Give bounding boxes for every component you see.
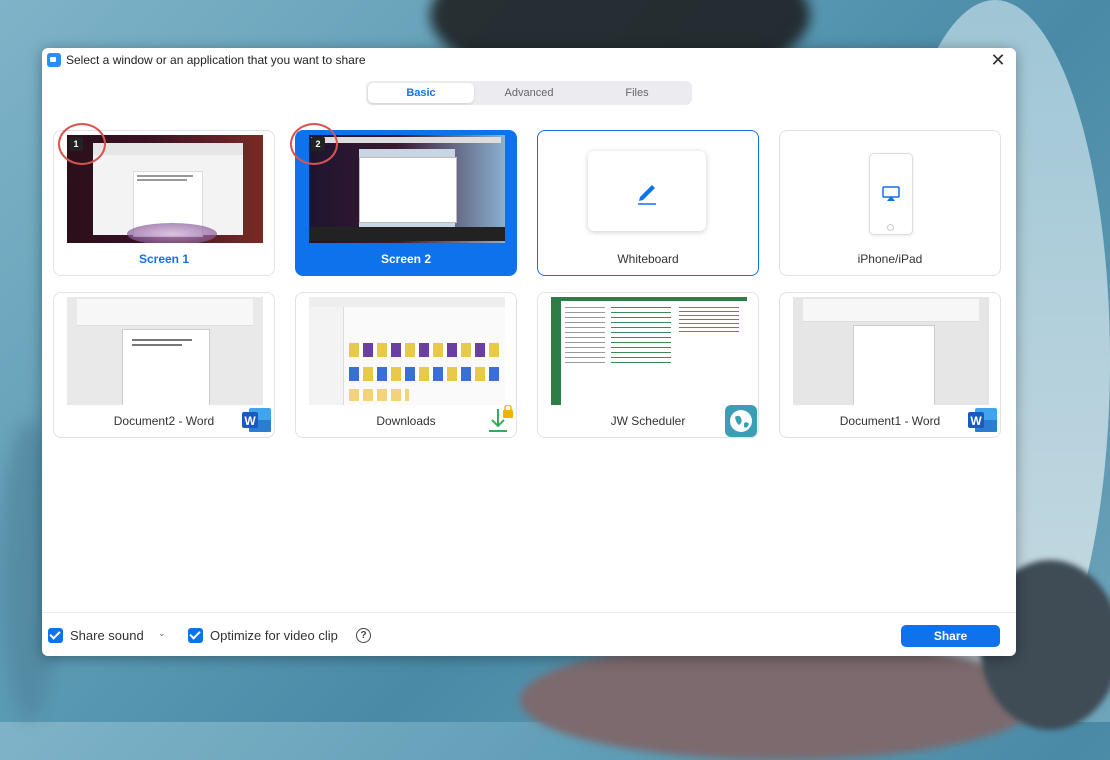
download-icon [489, 405, 513, 432]
share-tile-jw-scheduler[interactable]: JW Scheduler [537, 292, 759, 438]
close-button[interactable]: ✕ [988, 50, 1008, 70]
share-sound-label: Share sound [70, 628, 144, 643]
tile-label: Whiteboard [617, 252, 679, 266]
window-thumbnail [793, 297, 989, 405]
share-tile-whiteboard[interactable]: Whiteboard [537, 130, 759, 276]
whiteboard-preview [588, 151, 706, 231]
tile-label: Downloads [376, 414, 436, 428]
help-icon[interactable]: ? [356, 628, 371, 643]
optimize-video-label: Optimize for video clip [210, 628, 338, 643]
tile-label: Screen 2 [380, 252, 432, 266]
svg-text:W: W [970, 414, 982, 428]
svg-text:W: W [244, 414, 256, 428]
share-tabs: Basic Advanced Files [366, 81, 692, 105]
title-bar: Select a window or an application that y… [42, 48, 1016, 72]
highlight-circle [58, 123, 106, 165]
dialog-footer: Share sound ⌄ Optimize for video clip ? … [42, 612, 1016, 656]
airplay-icon [882, 186, 900, 201]
tile-label: Screen 1 [138, 252, 190, 266]
window-thumbnail [309, 297, 505, 405]
tab-advanced[interactable]: Advanced [476, 83, 582, 103]
share-tile-document1-word[interactable]: Document1 - Word W [779, 292, 1001, 438]
share-dialog: Select a window or an application that y… [42, 48, 1016, 656]
dialog-title: Select a window or an application that y… [66, 53, 366, 67]
word-icon: W [242, 408, 271, 432]
background-figure-shirt [520, 640, 1040, 760]
chevron-down-icon[interactable]: ⌄ [158, 628, 166, 639]
share-tile-iphone-ipad[interactable]: iPhone/iPad [779, 130, 1001, 276]
share-sound-checkbox[interactable] [48, 628, 63, 643]
device-preview [869, 153, 913, 235]
pencil-icon [638, 185, 656, 205]
window-thumbnail [551, 297, 747, 405]
share-button[interactable]: Share [901, 625, 1000, 647]
share-tile-document2-word[interactable]: Document2 - Word W [53, 292, 275, 438]
word-icon: W [968, 408, 997, 432]
screen-2-thumbnail [309, 135, 505, 243]
tile-label: iPhone/iPad [857, 252, 923, 266]
share-tile-screen-2[interactable]: 2 Screen 2 [290, 123, 517, 276]
optimize-video-checkbox[interactable] [188, 628, 203, 643]
tab-basic[interactable]: Basic [368, 83, 474, 103]
highlight-circle [290, 123, 338, 165]
share-tile-downloads[interactable]: Downloads [295, 292, 517, 438]
zoom-icon [47, 53, 61, 67]
tab-files[interactable]: Files [584, 83, 690, 103]
share-tile-screen-1[interactable]: 1 Screen 1 [53, 123, 275, 276]
window-thumbnail [67, 297, 263, 405]
globe-icon [725, 405, 757, 437]
